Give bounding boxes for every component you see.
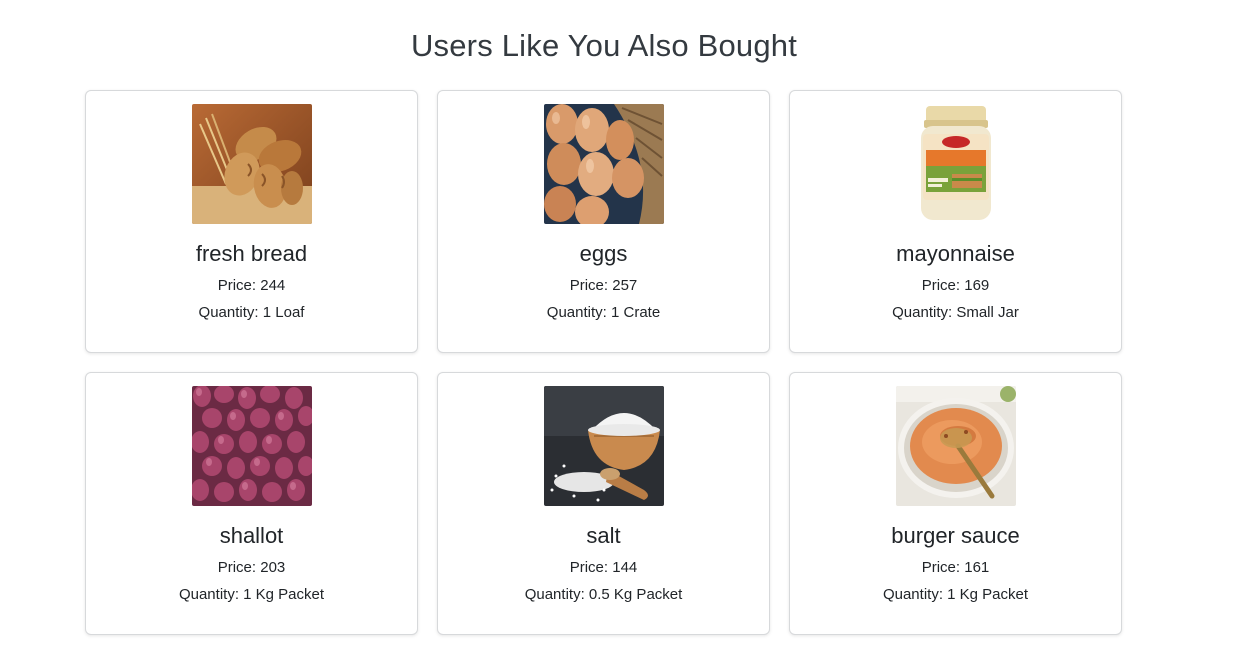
mayonnaise-jar-image[interactable] [896,104,1016,224]
product-name: salt [586,523,621,548]
product-name: mayonnaise [896,241,1015,266]
burger-sauce-image[interactable] [896,386,1016,506]
product-card-fresh-bread[interactable]: fresh bread Price: 244 Quantity: 1 Loaf [85,90,418,353]
product-grid: fresh bread Price: 244 Quantity: 1 Loaf [85,90,1122,635]
product-card-shallot[interactable]: shallot Price: 203 Quantity: 1 Kg Packet [85,372,418,635]
product-card-salt[interactable]: salt Price: 144 Quantity: 0.5 Kg Packet [437,372,770,635]
product-name: burger sauce [891,523,1020,548]
product-quantity: Quantity: 0.5 Kg Packet [524,586,683,603]
bread-image[interactable] [192,104,312,224]
product-name: eggs [579,241,628,266]
product-quantity: Quantity: 1 Kg Packet [882,586,1029,603]
product-name: fresh bread [195,241,308,266]
product-quantity: Quantity: 1 Kg Packet [178,586,325,603]
product-price: Price: 144 [569,559,638,576]
product-card-burger-sauce[interactable]: burger sauce Price: 161 Quantity: 1 Kg P… [789,372,1122,635]
shallots-image[interactable] [192,386,312,506]
product-quantity: Quantity: 1 Crate [546,304,661,321]
product-quantity: Quantity: 1 Loaf [198,304,305,321]
salt-bowl-image[interactable] [544,386,664,506]
product-price: Price: 169 [921,277,990,294]
product-quantity: Quantity: Small Jar [892,304,1019,321]
product-price: Price: 161 [921,559,990,576]
eggs-image[interactable] [544,104,664,224]
product-card-mayonnaise[interactable]: mayonnaise Price: 169 Quantity: Small Ja… [789,90,1122,353]
product-card-eggs[interactable]: eggs Price: 257 Quantity: 1 Crate [437,90,770,353]
section-title: Users Like You Also Bought [410,28,798,63]
product-price: Price: 244 [217,277,286,294]
product-name: shallot [219,523,284,548]
product-price: Price: 203 [217,559,286,576]
product-price: Price: 257 [569,277,638,294]
